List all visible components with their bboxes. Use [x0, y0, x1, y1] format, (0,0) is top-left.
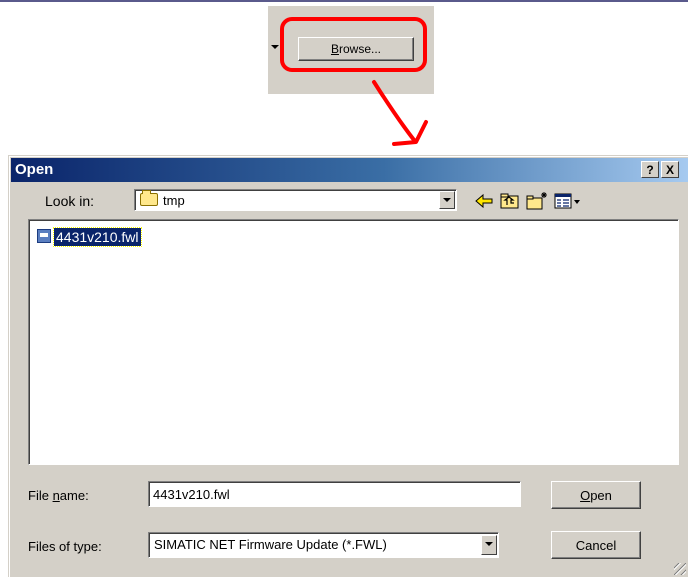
- close-button[interactable]: X: [661, 161, 679, 178]
- open-dialog: Open ? X Look in: tmp 4431v210.fwl File …: [8, 155, 688, 577]
- file-name-label: File name:: [28, 488, 89, 503]
- title-bar[interactable]: Open ? X: [11, 158, 688, 182]
- files-of-type-dropdown[interactable]: SIMATIC NET Firmware Update (*.FWL): [148, 532, 499, 558]
- chevron-down-icon[interactable]: [481, 535, 497, 555]
- cancel-button[interactable]: Cancel: [551, 531, 641, 559]
- look-in-dropdown[interactable]: tmp: [134, 189, 457, 211]
- help-icon: ?: [646, 162, 654, 177]
- close-icon: X: [665, 162, 674, 177]
- file-name-input[interactable]: [148, 481, 521, 507]
- chevron-down-icon[interactable]: [439, 191, 455, 209]
- new-folder-icon[interactable]: [525, 191, 547, 211]
- view-menu-icon[interactable]: [553, 191, 583, 211]
- file-item-name: 4431v210.fwl: [53, 227, 142, 247]
- open-button-label: Open: [580, 487, 612, 503]
- dialog-title: Open: [15, 161, 54, 178]
- look-in-value: tmp: [163, 193, 185, 208]
- firmware-file-icon: [37, 229, 51, 243]
- resize-grip[interactable]: [674, 563, 686, 575]
- chevron-down-icon: [271, 45, 279, 49]
- files-of-type-label: Files of type:: [28, 539, 102, 554]
- folder-icon: [140, 190, 158, 206]
- top-border-line: [0, 0, 688, 2]
- help-button[interactable]: ?: [641, 161, 659, 178]
- annotation-highlight-circle: [280, 17, 427, 72]
- open-button[interactable]: Open: [551, 481, 641, 509]
- up-folder-icon[interactable]: [499, 191, 521, 211]
- cancel-button-label: Cancel: [575, 537, 617, 553]
- annotation-arrow-icon: [372, 80, 428, 146]
- look-in-label: Look in:: [45, 193, 95, 209]
- file-list[interactable]: 4431v210.fwl: [28, 219, 679, 465]
- files-of-type-value: SIMATIC NET Firmware Update (*.FWL): [154, 537, 387, 552]
- back-arrow-icon[interactable]: [473, 191, 495, 211]
